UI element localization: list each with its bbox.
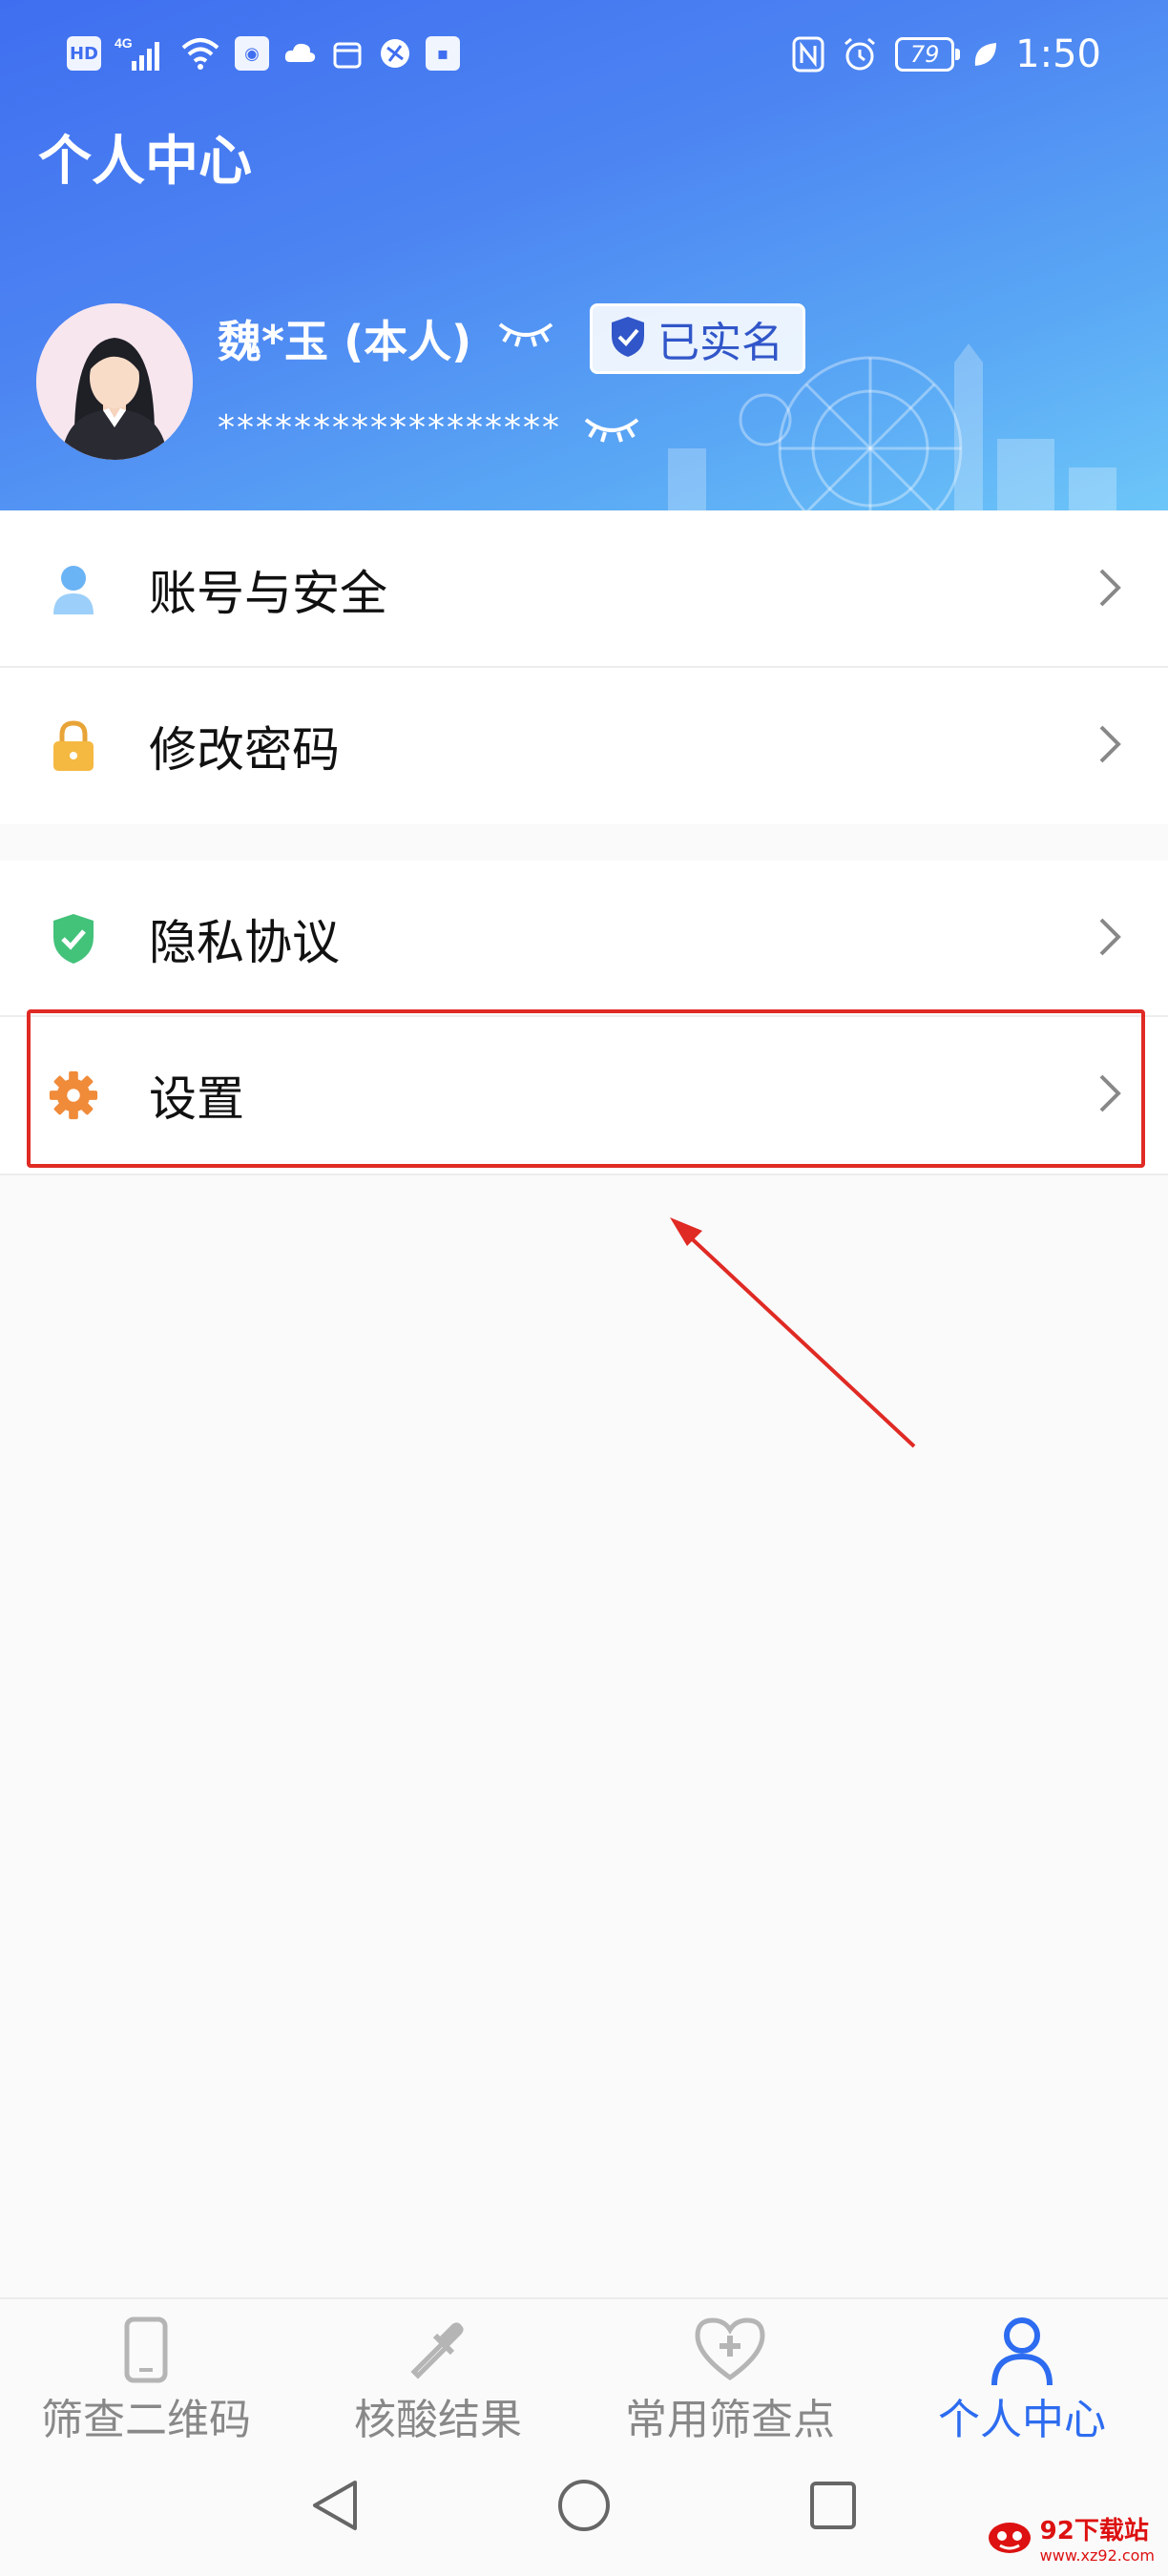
watermark-title: 92下载站 — [1039, 2517, 1149, 2545]
heart-plus-icon — [692, 2316, 768, 2387]
watermark-logo-icon — [985, 2515, 1034, 2561]
bottom-tab-bar: 筛查二维码 核酸结果 常用筛查点 个人中心 — [0, 2297, 1168, 2450]
watermark: 92下载站 www.xz92.com — [985, 2511, 1155, 2565]
watermark-url: www.xz92.com — [1039, 2546, 1155, 2565]
person-icon — [989, 2316, 1055, 2391]
tab-personal-center[interactable]: 个人中心 — [876, 2299, 1168, 2452]
dropper-icon — [405, 2316, 471, 2387]
system-nav-bar: 92下载站 www.xz92.com — [0, 2450, 1168, 2576]
tab-label: 个人中心 — [938, 2396, 1106, 2444]
tab-label: 常用筛查点 — [625, 2396, 835, 2444]
tab-label: 核酸结果 — [354, 2396, 522, 2444]
tab-screening-sites[interactable]: 常用筛查点 — [584, 2299, 876, 2452]
home-button[interactable] — [555, 2477, 613, 2538]
annotation-arrow — [670, 1217, 916, 1448]
tab-label: 筛查二维码 — [41, 2396, 251, 2444]
recents-button[interactable] — [807, 2477, 859, 2538]
phone-icon — [122, 2316, 170, 2387]
tab-screening-qr[interactable]: 筛查二维码 — [0, 2299, 292, 2452]
tab-nucleic-results[interactable]: 核酸结果 — [292, 2299, 584, 2452]
back-button[interactable] — [309, 2477, 361, 2538]
